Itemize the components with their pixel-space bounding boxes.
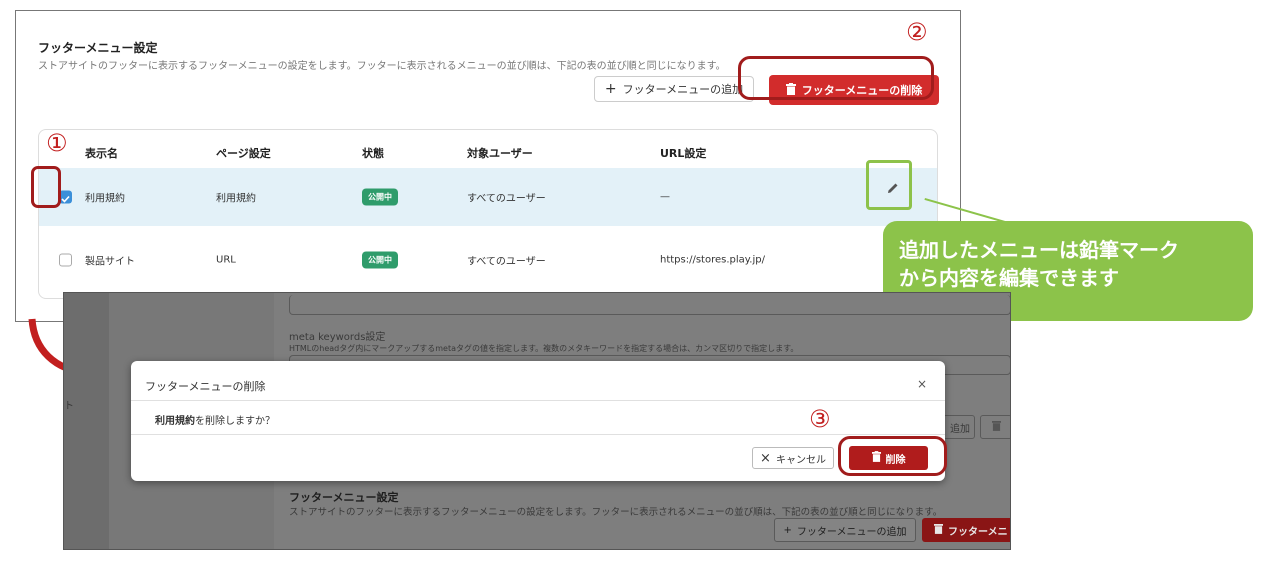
close-icon: × <box>760 450 771 466</box>
dimmed-input-field <box>289 295 1010 315</box>
step-number-1: ① <box>46 129 68 157</box>
section-description: ストアサイトのフッターに表示するフッターメニューの設定をします。フッターに表示さ… <box>38 61 726 72</box>
dimmed-section-description: ストアサイトのフッターに表示するフッターメニューの設定をします。フッターに表示さ… <box>289 507 943 518</box>
dialog-item-name: 利用規約 <box>155 416 195 427</box>
column-header-target-users: 対象ユーザー <box>467 147 533 160</box>
divider <box>131 400 945 401</box>
dimmed-add-footer-menu-button: + フッターメニューの追加 <box>774 518 916 542</box>
meta-keywords-description: HTMLのheadタグ内にマークアップするmetaタグの値を指定します。複数のメ… <box>289 344 799 353</box>
dimmed-section-title: フッターメニュー設定 <box>289 491 399 504</box>
step-number-2: ② <box>906 18 928 46</box>
dimmed-add-footer-menu-label: フッターメニューの追加 <box>796 526 907 538</box>
cell-display-name: 利用規約 <box>85 193 125 205</box>
step-number-3: ③ <box>809 405 831 433</box>
cell-target-users: すべてのユーザー <box>467 193 546 205</box>
dimmed-trash-icon <box>991 420 1001 434</box>
cell-page-setting: 利用規約 <box>216 193 256 205</box>
status-badge: 公開中 <box>362 251 398 269</box>
dimmed-trash-icon <box>934 523 943 537</box>
cancel-label: キャンセル <box>775 454 826 466</box>
checkbox-highlight <box>31 166 61 208</box>
column-header-display-name: 表示名 <box>85 147 118 160</box>
callout-line-2: から内容を編集できます <box>899 266 1119 290</box>
dimmed-add-label: 追加 <box>950 423 970 435</box>
dimmed-side-text: ト <box>64 401 74 412</box>
table-row[interactable]: 利用規約 利用規約 公開中 すべてのユーザー — <box>39 168 937 226</box>
confirm-delete-highlight <box>838 436 947 476</box>
dialog-message-text: を削除しますか？ <box>195 416 275 427</box>
row-checkbox[interactable] <box>59 253 72 267</box>
cell-display-name: 製品サイト <box>85 256 135 268</box>
callout-line-1: 追加したメニューは鉛筆マーク <box>899 238 1179 262</box>
close-icon[interactable]: × <box>917 377 927 391</box>
dialog-title: フッターメニューの削除 <box>145 380 266 393</box>
meta-keywords-title: meta keywords設定 <box>289 332 386 343</box>
table-row[interactable]: 製品サイト URL 公開中 すべてのユーザー https://stores.pl… <box>39 234 937 286</box>
cell-url-setting: — <box>660 191 670 203</box>
column-header-url-setting: URL設定 <box>660 147 707 160</box>
cell-page-setting: URL <box>216 254 236 266</box>
divider <box>131 434 945 435</box>
cell-target-users: すべてのユーザー <box>467 256 546 268</box>
pencil-icon[interactable] <box>886 180 900 199</box>
dimmed-delete-footer-menu-label: フッターメニ <box>948 526 1008 538</box>
column-header-page-setting: ページ設定 <box>216 147 271 160</box>
section-title: フッターメニュー設定 <box>38 41 158 55</box>
status-badge: 公開中 <box>362 188 398 206</box>
plus-icon: + <box>604 81 617 97</box>
dimmed-delete-footer-menu-button: フッターメニ <box>922 518 1010 542</box>
footer-menu-table: 表示名 ページ設定 状態 対象ユーザー URL設定 利用規約 利用規約 公開中 … <box>38 129 938 299</box>
column-header-status: 状態 <box>362 147 384 160</box>
cancel-button[interactable]: × キャンセル <box>752 447 834 469</box>
add-footer-menu-button[interactable]: + フッターメニューの追加 <box>594 76 754 102</box>
add-footer-menu-label: フッターメニューの追加 <box>622 83 744 96</box>
dimmed-plus-icon: + <box>783 524 792 536</box>
delete-button-highlight <box>738 56 934 100</box>
cell-url-setting: https://stores.play.jp/ <box>660 254 765 266</box>
dimmed-sidebar <box>64 293 109 549</box>
dimmed-delete-button <box>980 415 1010 439</box>
dialog-message: 利用規約を削除しますか？ <box>155 412 275 427</box>
